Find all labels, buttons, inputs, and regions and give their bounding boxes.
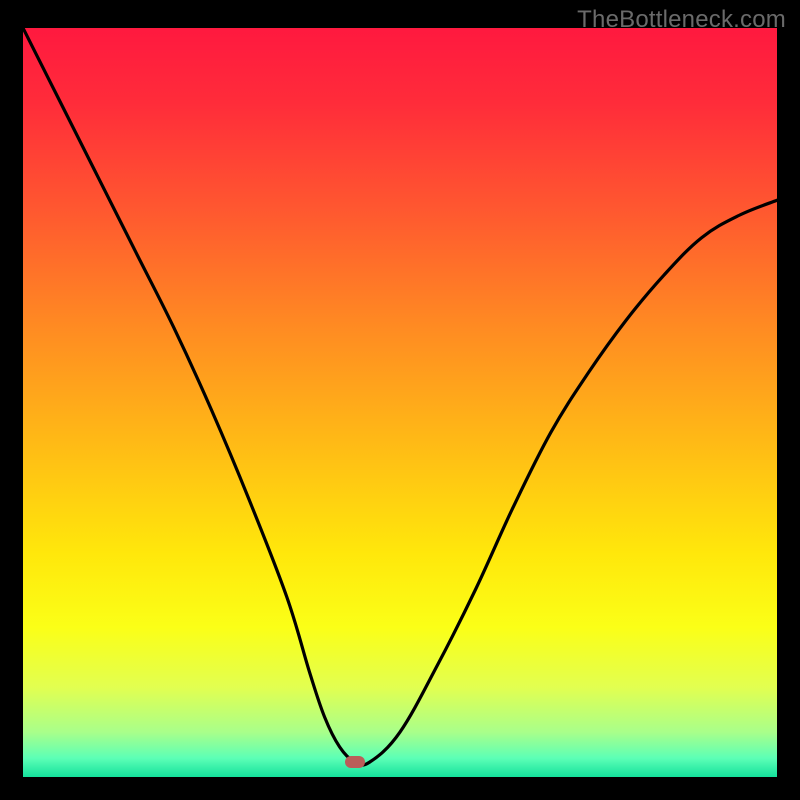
chart-frame: TheBottleneck.com: [0, 0, 800, 800]
gradient-panel: [23, 28, 777, 777]
optimal-point-marker: [345, 756, 365, 768]
bottleneck-plot: [23, 28, 777, 777]
